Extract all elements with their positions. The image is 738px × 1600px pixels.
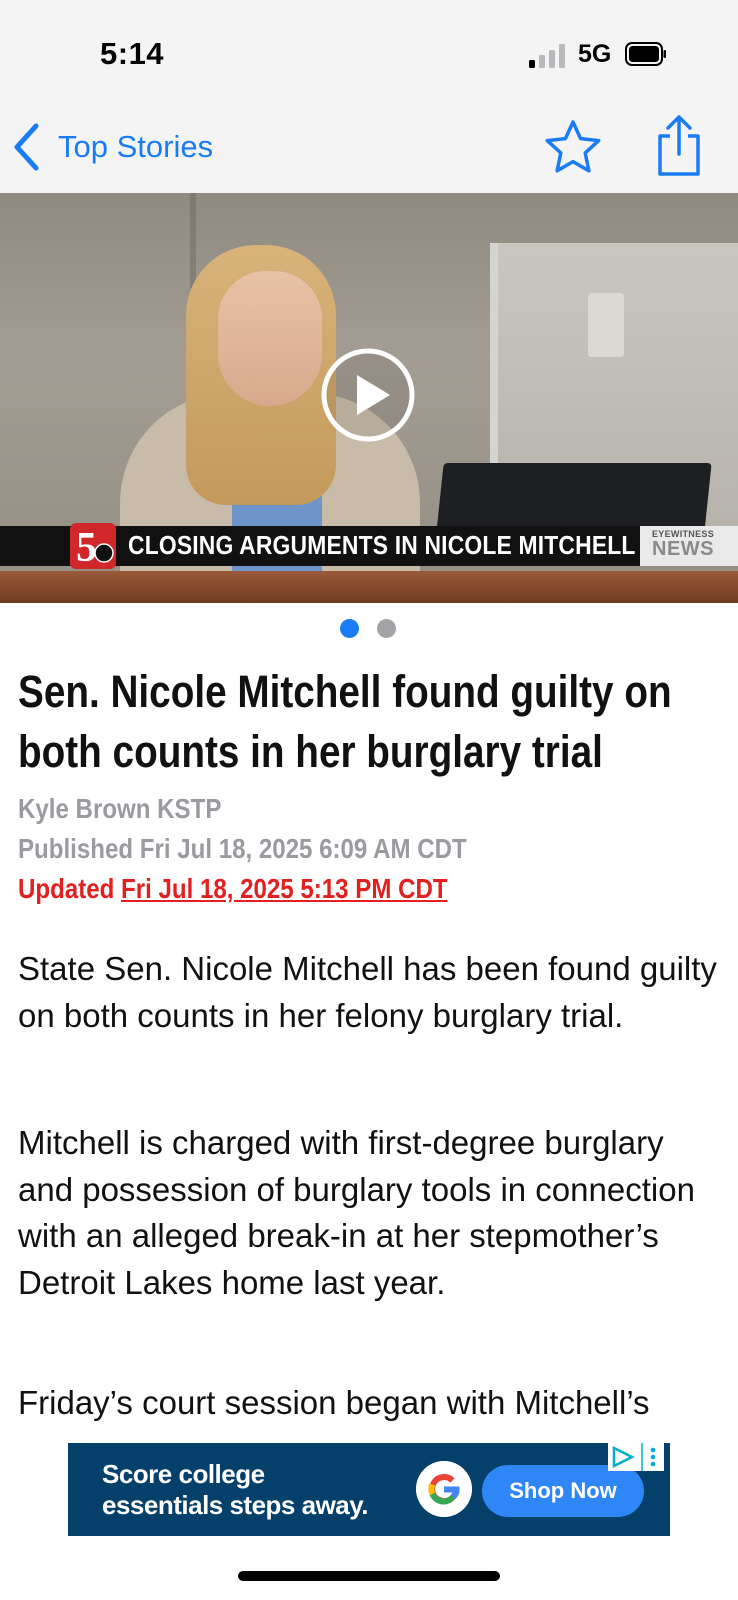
video-thumbnail[interactable]: 5 CLOSING ARGUMENTS IN NICOLE MITCHELL T… bbox=[0, 193, 738, 603]
article-paragraph-clip: Friday’s court session began with Mitche… bbox=[0, 1380, 738, 1440]
article-paragraph: Mitchell is charged with first-degree bu… bbox=[18, 1124, 695, 1301]
media-page-indicator bbox=[340, 619, 396, 638]
chevron-left-icon bbox=[14, 123, 39, 171]
home-indicator[interactable] bbox=[238, 1571, 500, 1581]
news-lower-third: 5 CLOSING ARGUMENTS IN NICOLE MITCHELL T… bbox=[0, 523, 738, 569]
bookmark-star-icon[interactable] bbox=[543, 118, 603, 178]
ad-banner[interactable]: Score college essentials steps away. Sho… bbox=[68, 1443, 670, 1536]
back-button-label: Top Stories bbox=[58, 129, 214, 164]
navigation-bar: Top Stories bbox=[0, 100, 738, 193]
article-headline: Sen. Nicole Mitchell found guilty on bot… bbox=[18, 666, 672, 777]
updated-label: Updated bbox=[18, 873, 115, 904]
ad-copy-line-2: essentials steps away. bbox=[102, 1490, 369, 1520]
share-icon[interactable] bbox=[652, 114, 706, 178]
eyewitness-news-brand: EYEWITNESS NEWS bbox=[640, 526, 738, 566]
ad-copy: Score college essentials steps away. bbox=[102, 1459, 369, 1521]
article-published-date: Published Fri Jul 18, 2025 6:09 AM CDT bbox=[18, 833, 467, 864]
article-author: Kyle Brown KSTP bbox=[18, 793, 222, 824]
status-time: 5:14 bbox=[100, 36, 165, 71]
courtroom-monitor bbox=[436, 463, 712, 533]
updated-date-link[interactable]: Fri Jul 18, 2025 5:13 PM CDT bbox=[121, 873, 448, 904]
google-g-icon bbox=[416, 1461, 472, 1517]
ad-shop-now-button[interactable]: Shop Now bbox=[482, 1465, 644, 1517]
page-dot-1[interactable] bbox=[340, 619, 359, 638]
page-dot-2[interactable] bbox=[377, 619, 396, 638]
article-updated-date: Updated Fri Jul 18, 2025 5:13 PM CDT bbox=[18, 873, 448, 905]
cellular-signal-icon bbox=[529, 44, 565, 68]
article-paragraph: Friday’s court session began with Mitche… bbox=[18, 1384, 650, 1421]
ad-copy-line-1: Score college bbox=[102, 1459, 265, 1489]
wall-switch bbox=[588, 293, 624, 357]
article-paragraph: State Sen. Nicole Mitchell has been foun… bbox=[18, 950, 717, 1034]
battery-icon bbox=[625, 42, 666, 66]
svg-text:5: 5 bbox=[76, 525, 97, 569]
status-bar: 5:14 5G bbox=[0, 0, 738, 100]
kstp-5-logo: 5 bbox=[70, 523, 116, 569]
back-button[interactable]: Top Stories bbox=[12, 122, 213, 172]
person-face bbox=[218, 271, 322, 406]
courtroom-desk bbox=[0, 571, 738, 603]
ad-choices-icon[interactable] bbox=[608, 1443, 664, 1471]
play-button-icon[interactable] bbox=[320, 347, 416, 443]
lower-third-headline: CLOSING ARGUMENTS IN NICOLE MITCHELL TRI… bbox=[128, 530, 710, 560]
network-type: 5G bbox=[578, 40, 612, 68]
